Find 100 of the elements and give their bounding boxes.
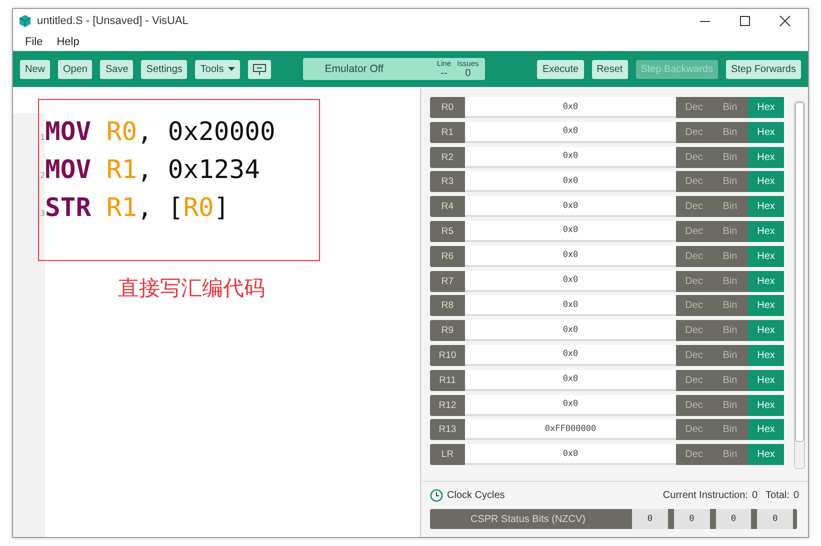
status-text: Emulator Off: [324, 63, 385, 75]
register-name: R7: [430, 270, 465, 292]
format-option[interactable]: Dec: [676, 370, 712, 391]
status-bit: 0: [757, 509, 793, 529]
format-option[interactable]: Bin: [712, 196, 748, 218]
register-name: R11: [430, 370, 465, 391]
format-option[interactable]: Dec: [676, 444, 712, 466]
menu-item[interactable]: Help: [56, 36, 80, 48]
format-option[interactable]: Hex: [748, 419, 784, 440]
format-option[interactable]: Dec: [676, 196, 712, 218]
format-option[interactable]: Bin: [712, 97, 748, 118]
scrollbar[interactable]: [794, 101, 805, 469]
toolbar-button[interactable]: Reset: [592, 60, 628, 78]
register-name: R4: [430, 196, 465, 218]
format-option[interactable]: Hex: [748, 246, 784, 267]
format-option[interactable]: Dec: [676, 419, 712, 440]
format-option[interactable]: Bin: [712, 419, 748, 440]
format-option[interactable]: Hex: [748, 146, 784, 168]
register-name: R6: [430, 246, 465, 267]
format-option[interactable]: Dec: [676, 394, 712, 416]
register-value: 0x0: [465, 320, 676, 342]
annotation-text: 直接写汇编代码: [118, 275, 265, 302]
format-option[interactable]: Bin: [712, 295, 748, 316]
register-name: R10: [430, 344, 465, 366]
format-option[interactable]: Dec: [676, 171, 712, 192]
format-option[interactable]: Bin: [712, 394, 748, 416]
format-option[interactable]: Bin: [712, 171, 748, 192]
register-value: 0x0: [465, 196, 676, 218]
toolbar-button[interactable]: New: [20, 60, 50, 78]
register-value: 0x0: [465, 97, 676, 118]
format-option[interactable]: Bin: [712, 270, 748, 292]
register-value: 0x0: [465, 246, 676, 267]
panel-icon: [252, 64, 266, 74]
format-option[interactable]: Bin: [712, 370, 748, 391]
format-option[interactable]: Dec: [676, 97, 712, 118]
format-option[interactable]: Hex: [748, 344, 784, 366]
total-label: Total:: [766, 490, 790, 500]
panel-button[interactable]: [248, 60, 271, 78]
issues-value: 0: [465, 68, 471, 79]
format-option[interactable]: Bin: [712, 146, 748, 168]
tools-dropdown[interactable]: Tools: [195, 60, 240, 78]
menu-item[interactable]: File: [25, 36, 43, 48]
register-value: 0x0: [465, 270, 676, 292]
status-bit: 0: [632, 509, 668, 529]
maximize-icon[interactable]: [739, 15, 751, 27]
register-value: 0x0: [465, 220, 676, 242]
format-option[interactable]: Hex: [748, 220, 784, 242]
format-option[interactable]: Hex: [748, 444, 784, 466]
format-option[interactable]: Dec: [676, 246, 712, 267]
format-option[interactable]: Dec: [676, 295, 712, 316]
toolbar-button[interactable]: Settings: [141, 60, 188, 78]
register-name: R8: [430, 295, 465, 316]
format-option[interactable]: Hex: [748, 196, 784, 218]
format-option[interactable]: Bin: [712, 344, 748, 366]
clock-icon: [430, 488, 443, 502]
format-option[interactable]: Dec: [676, 344, 712, 366]
status-bit: 0: [674, 509, 710, 529]
current-instruction-value: 0: [752, 490, 758, 500]
format-option[interactable]: Dec: [676, 320, 712, 342]
format-option[interactable]: Bin: [712, 246, 748, 267]
line-number: 2: [39, 170, 45, 180]
format-option[interactable]: Hex: [748, 97, 784, 118]
format-option[interactable]: Dec: [676, 220, 712, 242]
format-option[interactable]: Hex: [748, 171, 784, 192]
format-option[interactable]: Hex: [748, 320, 784, 342]
format-option[interactable]: Bin: [712, 444, 748, 466]
format-option[interactable]: Dec: [676, 146, 712, 168]
toolbar-button[interactable]: Save: [100, 60, 134, 78]
format-option[interactable]: Hex: [748, 370, 784, 391]
register-name: R1: [430, 122, 465, 143]
format-option[interactable]: Bin: [712, 122, 748, 143]
toolbar-button[interactable]: Open: [58, 60, 92, 78]
format-option[interactable]: Bin: [712, 220, 748, 242]
app-logo-icon: [19, 15, 31, 27]
format-option[interactable]: Hex: [748, 394, 784, 416]
line-number: 1: [39, 132, 45, 142]
register-name: R0: [430, 97, 465, 118]
window-title: untitled.S - [Unsaved] - VisUAL: [37, 15, 190, 27]
format-option[interactable]: Dec: [676, 270, 712, 292]
register-name: R13: [430, 419, 465, 440]
register-value: 0xFF000000: [465, 419, 676, 440]
code-line: STR R1, [R0]: [45, 193, 230, 223]
format-option[interactable]: Dec: [676, 122, 712, 143]
current-instruction-label: Current Instruction:: [662, 490, 748, 500]
register-name: R9: [430, 320, 465, 342]
register-value: 0x0: [465, 344, 676, 366]
format-option[interactable]: Hex: [748, 270, 784, 292]
format-option[interactable]: Hex: [748, 122, 784, 143]
total-value: 0: [793, 490, 799, 500]
close-icon[interactable]: [779, 15, 791, 27]
format-option[interactable]: Hex: [748, 295, 784, 316]
status-bit: 0: [716, 509, 752, 529]
format-option[interactable]: Bin: [712, 320, 748, 342]
clock-cycles-label: Clock Cycles: [447, 490, 505, 500]
toolbar-button[interactable]: Execute: [537, 60, 584, 78]
register-name: R5: [430, 220, 465, 242]
register-value: 0x0: [465, 122, 676, 143]
line-number: 3: [39, 208, 45, 218]
code-line: MOV R0, 0x20000: [45, 117, 276, 147]
toolbar-button[interactable]: Step Forwards: [726, 60, 801, 78]
